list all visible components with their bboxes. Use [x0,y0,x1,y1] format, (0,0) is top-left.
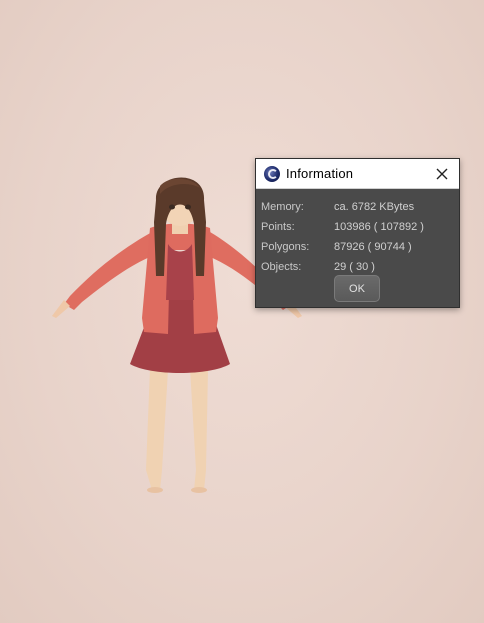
information-dialog: Information Memory: ca. 6782 KBytes Poin… [255,158,460,308]
info-value: 87926 ( 90744 ) [334,241,412,253]
info-rows: Memory: ca. 6782 KBytes Points: 103986 (… [256,189,459,277]
info-label: Memory: [261,201,304,213]
info-label: Polygons: [261,241,310,253]
info-value: ca. 6782 KBytes [334,201,415,213]
dialog-title: Information [286,166,354,181]
character-3d-model [52,177,302,493]
close-button[interactable] [429,161,455,187]
info-row-memory: Memory: ca. 6782 KBytes [261,197,459,217]
dialog-titlebar[interactable]: Information [256,159,459,189]
ok-button[interactable]: OK [334,275,380,302]
info-row-points: Points: 103986 ( 107892 ) [261,217,459,237]
info-value: 103986 ( 107892 ) [334,221,424,233]
info-value: 29 ( 30 ) [334,261,375,273]
info-label: Objects: [261,261,302,273]
info-row-polygons: Polygons: 87926 ( 90744 ) [261,237,459,257]
info-row-objects: Objects: 29 ( 30 ) [261,257,459,277]
cinema4d-app-icon [264,165,280,182]
3d-viewport[interactable] [0,0,484,623]
close-icon [436,168,448,179]
info-label: Points: [261,221,295,233]
